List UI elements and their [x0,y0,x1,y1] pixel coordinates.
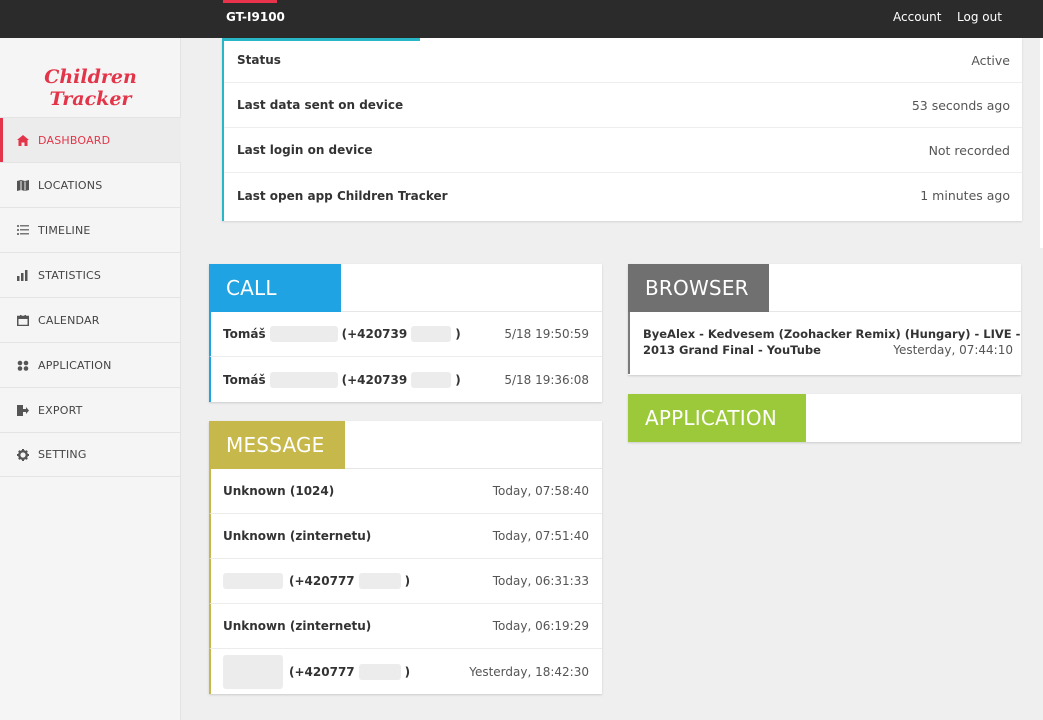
message-number: (+420777 [289,574,355,588]
widget-header: CALL [209,264,602,312]
call-row[interactable]: Tomáš (+420739 ) 5/18 19:36:08 [209,357,602,402]
device-name[interactable]: GT-I9100 [226,10,285,24]
redacted-blur [223,573,283,589]
status-label: Last login on device [237,143,373,157]
logout-link[interactable]: Log out [957,10,1002,24]
application-widget-title[interactable]: APPLICATION [628,394,806,442]
call-widget-title[interactable]: CALL [209,264,341,312]
caller-name: Tomáš [223,327,266,341]
redacted-blur [358,663,401,680]
browser-entry-title: ByeAlex - Kedvesem (Zoohacker Remix) (Hu… [643,327,1021,341]
status-row: Status Active [224,38,1022,83]
device-status-panel: Status Active Last data sent on device 5… [222,38,1022,221]
sidebar-item-calendar[interactable]: CALENDAR [0,297,181,342]
call-widget: CALL Tomáš (+420739 ) 5/18 19:50:59 Tomá… [209,264,602,402]
status-label: Status [237,53,281,67]
status-row: Last data sent on device 53 seconds ago [224,83,1022,128]
message-widget-title[interactable]: MESSAGE [209,421,345,469]
sidebar-item-label: TIMELINE [38,223,91,237]
browser-widget-title[interactable]: BROWSER [628,264,769,312]
calendar-icon [16,314,30,326]
caller-number-close: ) [455,372,461,387]
caller-number: (+420739 [341,372,408,387]
app-logo[interactable]: Children Tracker [0,66,181,110]
message-sender: Unknown (zinternetu) [223,619,372,633]
caller-number: (+420739 [341,327,408,341]
message-row[interactable]: (+420777 ) Today, 06:31:33 [209,559,602,604]
caller-name: Tomáš [223,372,266,387]
status-value: 53 seconds ago [911,97,1010,113]
device-tab-accent [223,0,277,3]
message-number-close: ) [404,664,411,679]
status-value: Active [971,52,1010,68]
export-icon [16,404,30,416]
widget-header: APPLICATION [628,394,1021,442]
status-value: 1 minutes ago [920,188,1010,203]
status-label: Last data sent on device [237,98,404,112]
list-icon [16,225,30,235]
status-label: Last open app Children Tracker [237,188,448,203]
message-time: Today, 07:58:40 [492,484,589,498]
redacted-blur [269,371,338,388]
sidebar-item-label: CALENDAR [38,313,100,327]
status-row: Last login on device Not recorded [224,128,1022,173]
redacted-blur [411,371,452,388]
sidebar-item-statistics[interactable]: STATISTICS [0,252,181,297]
sidebar-item-locations[interactable]: LOCATIONS [0,162,181,207]
call-row[interactable]: Tomáš (+420739 ) 5/18 19:50:59 [209,312,602,357]
bar-chart-icon [16,269,30,281]
sidebar-item-label: EXPORT [38,403,83,417]
status-row: Last open app Children Tracker 1 minutes… [224,173,1022,218]
map-icon [16,179,30,191]
message-time: Today, 06:19:29 [492,619,589,633]
message-row[interactable]: Unknown (1024) Today, 07:58:40 [209,469,602,514]
message-row[interactable]: Unknown (zinternetu) Today, 07:51:40 [209,514,602,559]
sidebar-item-application[interactable]: APPLICATION [0,342,181,387]
redacted-blur [358,573,401,589]
sidebar-item-timeline[interactable]: TIMELINE [0,207,181,252]
sidebar: Children Tracker DASHBOARD LOCATIONS TIM… [0,38,181,720]
message-sender: Unknown (zinternetu) [223,529,372,543]
sidebar-item-label: DASHBOARD [38,133,111,147]
account-link[interactable]: Account [893,10,941,24]
sidebar-nav: DASHBOARD LOCATIONS TIMELINE STATISTICS … [0,117,181,477]
message-time: Today, 06:31:33 [492,574,589,588]
status-tab-accent [222,38,420,41]
sidebar-item-export[interactable]: EXPORT [0,387,181,432]
browser-widget: BROWSER ByeAlex - Kedvesem (Zoohacker Re… [628,264,1021,375]
redacted-blur [269,326,338,342]
browser-entry-title-cont: 2013 Grand Final - YouTube [643,343,821,357]
sidebar-item-label: LOCATIONS [38,178,103,192]
browser-entry-time: Yesterday, 07:44:10 [893,343,1013,357]
message-time: Today, 07:51:40 [492,529,589,543]
message-number-close: ) [404,574,411,588]
top-bar: GT-I9100 Account Log out [0,0,1043,38]
sidebar-item-label: APPLICATION [38,358,112,372]
browser-entry[interactable]: ByeAlex - Kedvesem (Zoohacker Remix) (Hu… [628,312,1021,374]
gear-icon [16,448,30,461]
message-sender: Unknown (1024) [223,484,335,498]
call-time: 5/18 19:36:08 [504,372,589,387]
message-row[interactable]: (+420777 ) Yesterday, 18:42:30 [209,649,602,694]
message-time: Yesterday, 18:42:30 [469,664,589,679]
redacted-blur [411,326,452,342]
caller-number-close: ) [455,327,461,341]
widget-header: BROWSER [628,264,1021,312]
sidebar-item-dashboard[interactable]: DASHBOARD [0,117,181,162]
application-widget: APPLICATION [628,394,1021,442]
sidebar-item-label: STATISTICS [38,268,102,282]
status-value: Not recorded [928,142,1010,158]
home-icon [16,134,30,146]
message-widget: MESSAGE Unknown (1024) Today, 07:58:40 U… [209,421,602,694]
message-row[interactable]: Unknown (zinternetu) Today, 06:19:29 [209,604,602,649]
call-time: 5/18 19:50:59 [504,327,589,341]
grid-icon [16,360,30,371]
redacted-blur [223,654,283,689]
sidebar-item-setting[interactable]: SETTING [0,432,181,477]
message-number: (+420777 [289,664,355,679]
widget-header: MESSAGE [209,421,602,469]
sidebar-item-label: SETTING [38,448,87,461]
